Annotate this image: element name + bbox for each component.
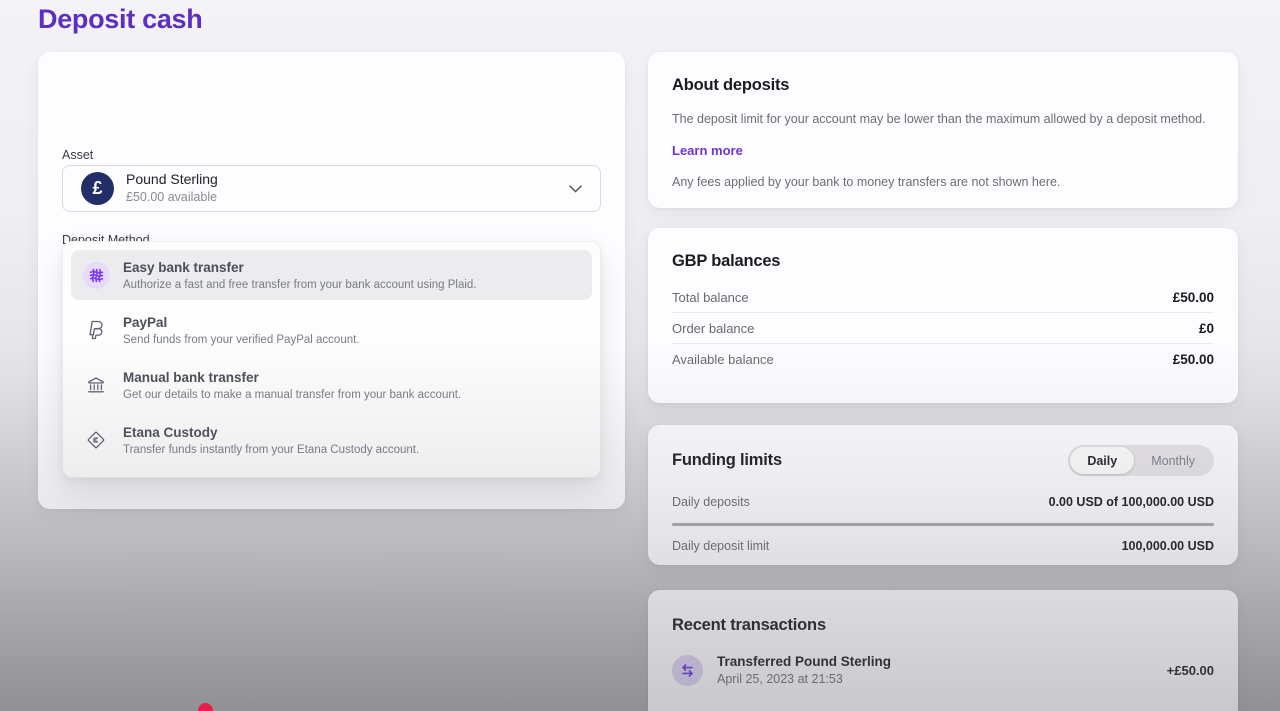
option-title: Manual bank transfer	[123, 369, 461, 387]
balance-value: £50.00	[1173, 290, 1214, 305]
balance-row-total: Total balance £50.00	[672, 282, 1214, 313]
pound-coin-icon: £	[81, 172, 114, 205]
limit-value: 100,000.00 USD	[1122, 539, 1214, 553]
transaction-row[interactable]: Transferred Pound Sterling April 25, 202…	[672, 653, 1214, 688]
balance-row-available: Available balance £50.00	[672, 344, 1214, 375]
deposit-progress-bar	[672, 523, 1214, 526]
transaction-date: April 25, 2023 at 21:53	[717, 671, 1153, 688]
option-title: Easy bank transfer	[123, 259, 477, 277]
limit-row-daily-limit: Daily deposit limit 100,000.00 USD	[672, 532, 1214, 559]
page-title: Deposit cash	[38, 4, 202, 35]
gbp-balances-card: GBP balances Total balance £50.00 Order …	[648, 228, 1238, 403]
balance-label: Order balance	[672, 321, 754, 336]
limit-row-daily-deposits: Daily deposits 0.00 USD of 100,000.00 US…	[672, 488, 1214, 515]
limit-label: Daily deposit limit	[672, 539, 769, 553]
bank-icon	[81, 375, 111, 395]
option-description: Transfer funds instantly from your Etana…	[123, 444, 419, 456]
transfer-arrows-icon	[672, 655, 703, 686]
toggle-monthly[interactable]: Monthly	[1134, 447, 1212, 474]
balance-label: Total balance	[672, 290, 749, 305]
limit-label: Daily deposits	[672, 495, 750, 509]
asset-available-balance: £50.00 available	[126, 190, 557, 206]
about-deposits-text-2: Any fees applied by your bank to money t…	[672, 175, 1214, 189]
balance-value: £50.00	[1173, 352, 1214, 367]
balance-label: Available balance	[672, 352, 774, 367]
asset-select[interactable]: £ Pound Sterling £50.00 available	[62, 165, 601, 212]
asset-field-label: Asset	[62, 148, 93, 162]
funding-limits-title: Funding limits	[672, 451, 782, 470]
paypal-icon	[81, 319, 111, 341]
plaid-icon	[81, 262, 111, 289]
balance-value: £0	[1199, 321, 1214, 336]
about-deposits-text-1: The deposit limit for your account may b…	[672, 112, 1214, 126]
transaction-amount: +£50.00	[1167, 663, 1214, 678]
option-etana-custody[interactable]: Etana Custody Transfer funds instantly f…	[71, 415, 592, 465]
period-toggle: Daily Monthly	[1068, 445, 1214, 476]
option-description: Authorize a fast and free transfer from …	[123, 279, 477, 291]
chevron-down-icon	[569, 185, 582, 193]
recent-transactions-card: Recent transactions Transferred Pound St…	[648, 590, 1238, 711]
etana-custody-icon	[81, 430, 111, 450]
asset-select-texts: Pound Sterling £50.00 available	[126, 171, 557, 205]
gbp-balances-title: GBP balances	[672, 252, 1214, 271]
transaction-title: Transferred Pound Sterling	[717, 653, 1153, 671]
option-paypal[interactable]: PayPal Send funds from your verified Pay…	[71, 305, 592, 355]
option-title: Etana Custody	[123, 424, 419, 442]
deposit-method-dropdown: Easy bank transfer Authorize a fast and …	[62, 241, 601, 478]
transaction-texts: Transferred Pound Sterling April 25, 202…	[717, 653, 1153, 688]
balances-list: Total balance £50.00 Order balance £0 Av…	[672, 282, 1214, 375]
option-easy-bank-transfer[interactable]: Easy bank transfer Authorize a fast and …	[71, 250, 592, 300]
about-deposits-card: About deposits The deposit limit for you…	[648, 52, 1238, 208]
about-deposits-title: About deposits	[672, 76, 1214, 95]
option-title: PayPal	[123, 314, 360, 332]
deposit-form-card: Asset £ Pound Sterling £50.00 available …	[38, 52, 625, 509]
toggle-daily[interactable]: Daily	[1070, 447, 1134, 474]
balance-row-order: Order balance £0	[672, 313, 1214, 344]
limit-value: 0.00 USD of 100,000.00 USD	[1049, 495, 1214, 509]
record-indicator-dot	[198, 703, 213, 711]
option-description: Send funds from your verified PayPal acc…	[123, 334, 360, 346]
option-description: Get our details to make a manual transfe…	[123, 389, 461, 401]
learn-more-link[interactable]: Learn more	[672, 143, 743, 158]
asset-name: Pound Sterling	[126, 171, 557, 189]
recent-transactions-title: Recent transactions	[672, 616, 1214, 635]
funding-limits-card: Funding limits Daily Monthly Daily depos…	[648, 425, 1238, 565]
option-manual-bank-transfer[interactable]: Manual bank transfer Get our details to …	[71, 360, 592, 410]
